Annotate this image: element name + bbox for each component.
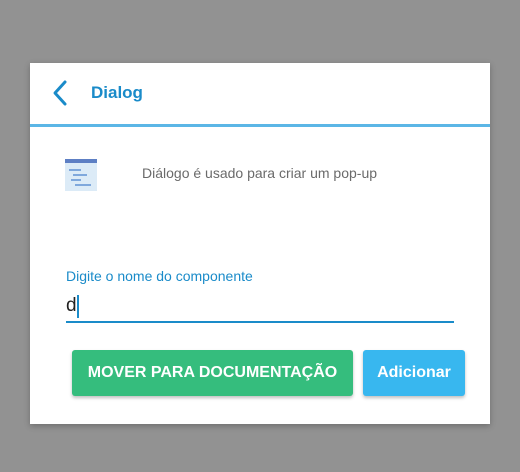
add-button[interactable]: Adicionar (363, 350, 465, 396)
move-to-documentation-button[interactable]: MOVER PARA DOCUMENTAÇÃO (72, 350, 353, 396)
back-button[interactable] (44, 77, 76, 109)
component-name-input[interactable] (66, 291, 454, 323)
dialog-component-icon (65, 159, 97, 191)
component-description: Diálogo é usado para criar um pop-up (142, 165, 378, 181)
text-caret (77, 295, 79, 318)
component-dialog: Dialog Diálogo é usado para criar um pop… (30, 63, 490, 424)
dialog-title: Dialog (91, 83, 143, 102)
component-name-label: Digite o nome do componente (66, 268, 253, 284)
dialog-header: Dialog (30, 63, 490, 127)
chevron-left-icon (53, 80, 67, 106)
